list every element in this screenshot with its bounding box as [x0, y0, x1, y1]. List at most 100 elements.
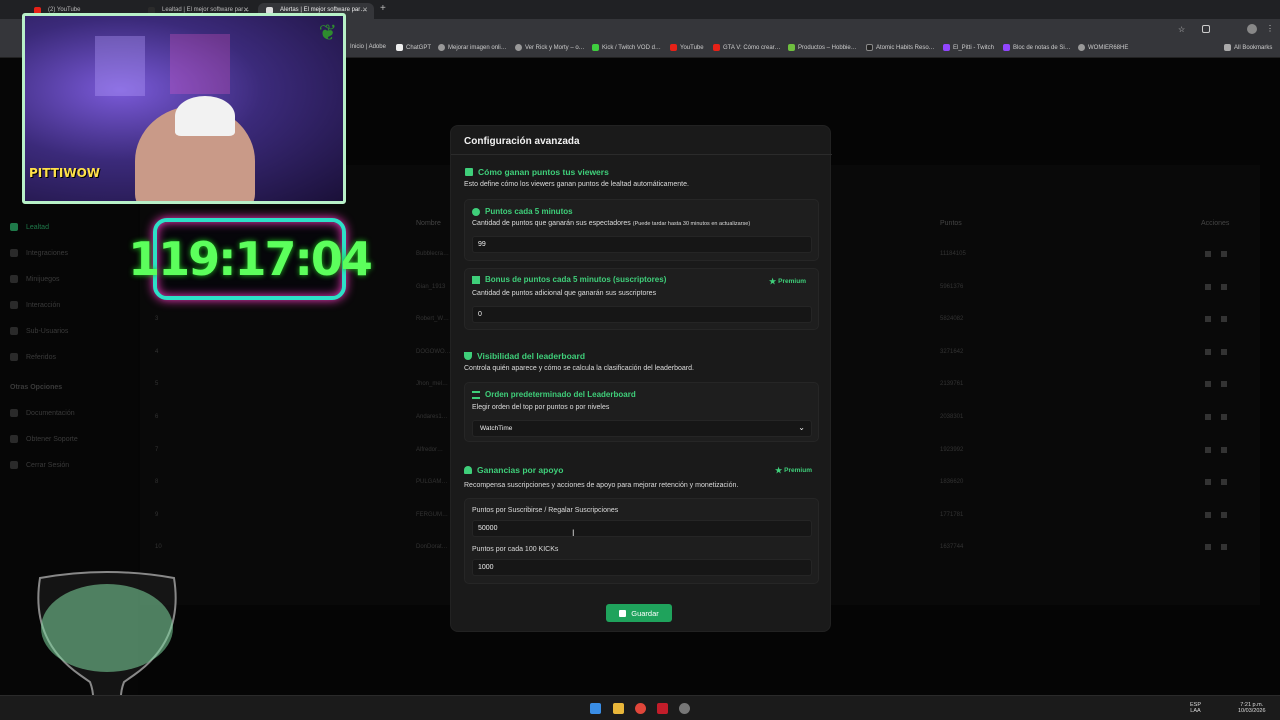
- music-icon: [10, 301, 18, 309]
- row-name: PULGAM…: [416, 479, 448, 486]
- bookmark-item[interactable]: Productos – Hobbie…: [788, 44, 857, 51]
- edit-icon[interactable]: [1205, 544, 1211, 551]
- row-name: Alfredor…: [416, 446, 444, 453]
- row-actions: [1205, 283, 1227, 292]
- card-title: Puntos cada 5 minutos: [472, 207, 573, 216]
- kick-icon: [592, 44, 599, 51]
- trash-icon[interactable]: [1221, 446, 1227, 453]
- trash-icon[interactable]: [1221, 511, 1227, 518]
- streamer-cap: [175, 96, 235, 136]
- points-5min-input[interactable]: 99: [472, 236, 812, 253]
- edit-icon[interactable]: [1205, 251, 1211, 257]
- bookmark-item[interactable]: Atomic Habits Reso…: [866, 44, 935, 51]
- trash-icon[interactable]: [1221, 381, 1227, 388]
- users-icon: [10, 327, 18, 335]
- sidebar-item-soporte[interactable]: Obtener Soporte: [10, 435, 78, 443]
- bookmark-item[interactable]: Mejorar imagen onli…: [438, 44, 507, 51]
- app-icon[interactable]: [679, 703, 690, 714]
- sidebar-item-logout[interactable]: Cerrar Sesión: [10, 461, 69, 469]
- advanced-settings-modal: Configuración avanzada Cómo ganan puntos…: [450, 125, 832, 632]
- trash-icon[interactable]: [1221, 544, 1227, 551]
- menu-icon[interactable]: ⋮: [1266, 24, 1274, 33]
- sidebar-item-minijuegos[interactable]: Minijuegos: [10, 275, 59, 283]
- row-actions: [1205, 251, 1227, 259]
- card-note: (Puede tardar hasta 30 minutos en actual…: [632, 221, 751, 227]
- coins-icon: [465, 168, 473, 176]
- bookmark-item[interactable]: ChatGPT: [396, 44, 431, 51]
- language-indicator[interactable]: ESP LAA: [1190, 702, 1201, 714]
- chevron-down-icon: ⌄: [798, 423, 805, 432]
- trash-icon[interactable]: [1221, 251, 1227, 257]
- extensions-icon[interactable]: [1202, 25, 1210, 33]
- avatar[interactable]: [1247, 24, 1257, 34]
- bookmark-item[interactable]: El_Pitti - Twitch: [943, 44, 994, 51]
- bookmark-item[interactable]: GTA V: Cómo crear…: [713, 44, 781, 51]
- new-tab-button[interactable]: +: [380, 3, 386, 14]
- close-icon[interactable]: ✕: [362, 6, 368, 14]
- edit-icon[interactable]: [1205, 414, 1211, 420]
- row-name: DonDorat…: [416, 544, 448, 551]
- row-points: 1771781: [940, 511, 964, 518]
- edit-icon[interactable]: [1205, 511, 1211, 518]
- all-bookmarks[interactable]: All Bookmarks: [1224, 44, 1272, 51]
- adobe-icon[interactable]: [657, 703, 668, 714]
- clock[interactable]: 7:21 p.m. 10/03/2026: [1238, 702, 1266, 714]
- sub-points-input[interactable]: 50000: [472, 520, 812, 537]
- book-icon: [10, 409, 18, 417]
- bookmark-item[interactable]: Inicio | Adobe: [350, 44, 386, 50]
- save-button[interactable]: Guardar: [606, 604, 672, 622]
- card-support-earnings: Puntos por Suscribirse / Regalar Suscrip…: [464, 498, 819, 584]
- row-points: 1836620: [940, 479, 964, 486]
- gift-icon: [472, 275, 480, 284]
- sidebar-item-subusuarios[interactable]: Sub-Usuarios: [10, 327, 68, 335]
- trash-icon[interactable]: [1221, 316, 1227, 323]
- support-icon: [10, 435, 18, 443]
- row-points: 1923992: [940, 446, 964, 453]
- twitch-icon: [943, 44, 950, 51]
- edit-icon[interactable]: [1205, 316, 1211, 323]
- card-leaderboard-order: Orden predeterminado del Leaderboard Ele…: [464, 382, 819, 442]
- bookmark-item[interactable]: WOMIER68HE: [1078, 44, 1128, 51]
- row-name: Jhon_mel…: [416, 381, 449, 388]
- sidebar-item-interaccion[interactable]: Interacción: [10, 301, 60, 309]
- plug-icon: [10, 249, 18, 257]
- edit-icon[interactable]: [1205, 446, 1211, 453]
- bookmark-item[interactable]: Kick / Twitch VOD d…: [592, 44, 661, 51]
- timer-text: 119:17:04: [128, 232, 373, 286]
- kicks-points-input[interactable]: 1000: [472, 559, 812, 576]
- bookmark-item[interactable]: Ver Rick y Morty – o…: [515, 44, 585, 51]
- trash-icon[interactable]: [1221, 479, 1227, 486]
- trash-icon[interactable]: [1221, 414, 1227, 420]
- row-points: 3271642: [940, 348, 964, 355]
- edit-icon[interactable]: [1205, 479, 1211, 486]
- bookmark-item[interactable]: YouTube: [670, 44, 704, 51]
- edit-icon[interactable]: [1205, 348, 1211, 355]
- card-desc: Cantidad de puntos que ganarán sus espec…: [472, 220, 751, 227]
- field-label: Puntos por Suscribirse / Regalar Suscrip…: [472, 507, 619, 514]
- sidebar-item-lealtad[interactable]: Lealtad: [10, 223, 49, 231]
- edit-icon[interactable]: [1205, 283, 1211, 290]
- file-explorer-icon[interactable]: [613, 703, 624, 714]
- row-rank: 10: [155, 544, 162, 551]
- leaderboard-order-select[interactable]: WatchTime ⌄: [472, 420, 812, 437]
- hand-coin-icon: [464, 466, 472, 474]
- star-icon[interactable]: ☆: [1178, 25, 1185, 34]
- sidebar-item-integraciones[interactable]: Integraciones: [10, 249, 68, 257]
- sidebar-item-referidos[interactable]: Referidos: [10, 353, 56, 361]
- section-support-title: Ganancias por apoyo: [464, 465, 563, 475]
- edit-icon[interactable]: [1205, 381, 1211, 388]
- globe-icon: [438, 44, 445, 51]
- sidebar-item-documentacion[interactable]: Documentación: [10, 409, 75, 417]
- bonus-subs-input[interactable]: 0: [472, 306, 812, 323]
- trash-icon[interactable]: [1221, 283, 1227, 290]
- windows-start-icon[interactable]: [590, 703, 601, 714]
- row-points: 2038301: [940, 414, 964, 420]
- chrome-icon[interactable]: [635, 703, 646, 714]
- column-header-name: Nombre: [416, 220, 441, 227]
- trophy-icon: [464, 352, 472, 360]
- stream-timer: 119:17:04: [128, 218, 373, 300]
- row-actions: [1205, 511, 1227, 520]
- trash-icon[interactable]: [1221, 348, 1227, 355]
- row-name: FERGUM…: [416, 511, 448, 518]
- bookmark-item[interactable]: Bloc de notas de Si…: [1003, 44, 1071, 51]
